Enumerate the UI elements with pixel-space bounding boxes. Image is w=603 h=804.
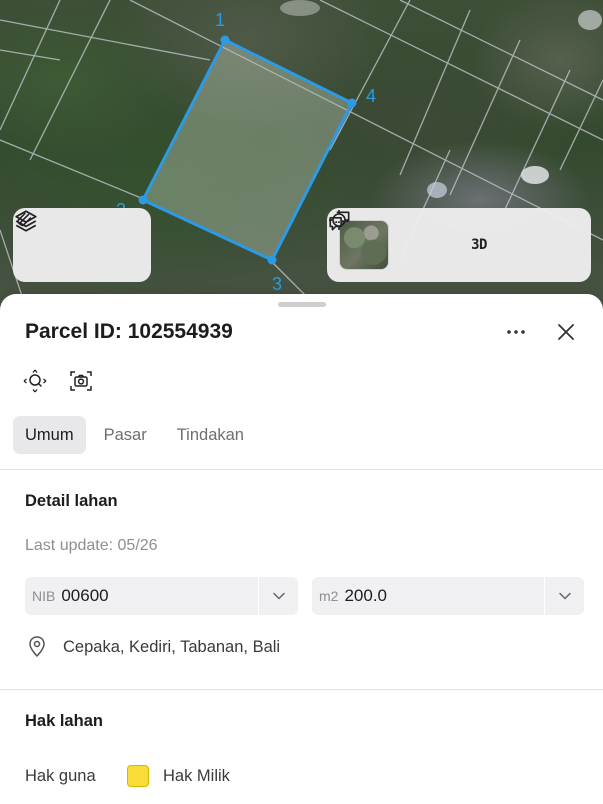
usage-color-swatch: [127, 765, 149, 787]
parcel-actions: [22, 368, 94, 394]
nib-value: 00600: [61, 586, 109, 605]
usage-value: Hak Milik: [163, 766, 230, 785]
chevron-down-icon: [558, 592, 571, 600]
close-icon: [558, 324, 574, 340]
parcel-vertex[interactable]: [220, 35, 230, 45]
area-value: 200.0: [344, 586, 387, 605]
tab-pasar[interactable]: Pasar: [92, 416, 159, 454]
tab-umum[interactable]: Umum: [13, 416, 86, 454]
selected-parcel[interactable]: [140, 37, 355, 262]
nib-dropdown-button[interactable]: [258, 577, 298, 615]
tab-tindakan[interactable]: Tindakan: [165, 416, 256, 454]
parcel-title: Parcel ID: 102554939: [25, 320, 233, 343]
screenshot-button[interactable]: [68, 368, 94, 394]
map-feature: [521, 166, 549, 184]
area-field[interactable]: m2 200.0: [312, 577, 584, 615]
land-right-row: Hak guna Hak Milik: [25, 765, 230, 787]
vertex-label: 4: [366, 86, 376, 106]
nib-field[interactable]: NIB 00600: [25, 577, 298, 615]
parcel-detail-sheet: Parcel ID: 102554939 Umum Pasar Tindakan…: [0, 294, 603, 804]
more-options-button[interactable]: [500, 316, 532, 348]
view-3d-label: 3D: [471, 237, 487, 253]
feedback-icon: [329, 211, 350, 231]
map-feature: [427, 182, 447, 198]
location-row: Cepaka, Kediri, Tabanan, Bali: [25, 635, 280, 659]
view-3d-button[interactable]: 3D: [447, 223, 511, 267]
more-icon: [507, 330, 525, 334]
area-dropdown-button[interactable]: [544, 577, 584, 615]
vertex-label: 3: [272, 274, 282, 294]
rights-section-title: Hak lahan: [25, 712, 103, 730]
location-pin-icon: [29, 636, 45, 658]
zoom-to-parcel-button[interactable]: [22, 368, 48, 394]
map-view[interactable]: 1 4 2 3: [0, 0, 603, 320]
chevron-down-icon: [272, 592, 285, 600]
draw-icon: [16, 212, 32, 227]
feedback-button[interactable]: [329, 211, 555, 267]
draw-button[interactable]: [16, 212, 132, 267]
parcel-vertex[interactable]: [267, 255, 277, 265]
location-text: Cepaka, Kediri, Tabanan, Bali: [63, 637, 281, 656]
close-button[interactable]: [550, 316, 582, 348]
divider: [0, 689, 603, 690]
zoom-to-parcel-icon: [23, 369, 47, 393]
parcel-vertex[interactable]: [138, 195, 148, 205]
map-feature: [578, 10, 602, 30]
sheet-drag-handle[interactable]: [278, 302, 326, 307]
last-update-text: Last update: 05/26: [25, 537, 158, 554]
parcel-vertex[interactable]: [347, 98, 357, 108]
vertex-label: 1: [215, 10, 225, 30]
map-feature: [280, 0, 320, 16]
layers-button[interactable]: [15, 210, 77, 267]
divider: [0, 469, 603, 470]
camera-icon: [70, 371, 92, 391]
usage-label: Hak guna: [25, 766, 96, 785]
sheet-tabs: Umum Pasar Tindakan: [13, 416, 256, 454]
nib-label: NIB: [32, 588, 56, 604]
map-tools-left: [13, 208, 151, 282]
locate-button[interactable]: [329, 210, 447, 267]
detail-section-title: Detail lahan: [25, 492, 118, 510]
area-unit-label: m2: [319, 588, 339, 604]
map-tools-right: 3D: [327, 208, 591, 282]
